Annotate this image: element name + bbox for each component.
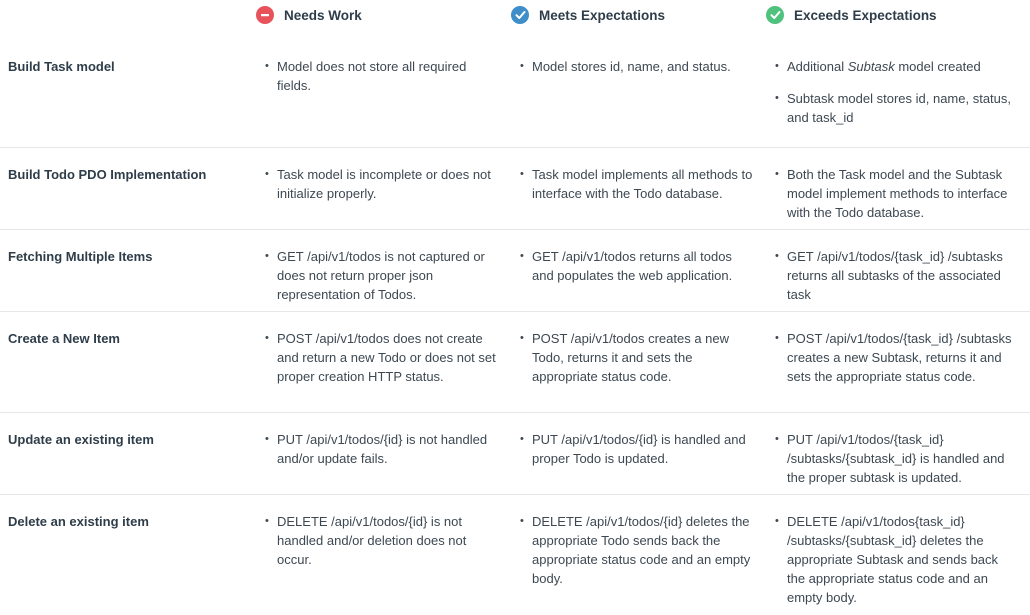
criterion-label: Fetching Multiple Items (8, 249, 153, 264)
rubric-row-build-task-model: Build Task model Model does not store al… (0, 40, 1030, 148)
exceeds-cell: POST /api/v1/todos/{task_id} /subtasks c… (775, 329, 1015, 386)
criteria-item: POST /api/v1/todos creates a new Todo, r… (520, 329, 756, 386)
column-header-exceeds-expectations: Exceeds Expectations (766, 6, 937, 24)
criteria-item: DELETE /api/v1/todos/{id} deletes the ap… (520, 512, 756, 588)
exceeds-cell: Additional Subtask model created Subtask… (775, 57, 1015, 127)
exceeds-cell: DELETE /api/v1/todos{task_id} /subtasks/… (775, 512, 1015, 607)
needs-work-cell: PUT /api/v1/todos/{id} is not handled an… (265, 430, 501, 468)
criteria-item: PUT /api/v1/todos/{id} is handled and pr… (520, 430, 756, 468)
rubric-row-build-todo-pdo: Build Todo PDO Implementation Task model… (0, 148, 1030, 230)
meets-cell: Model stores id, name, and status. (520, 57, 756, 76)
criteria-item: Subtask model stores id, name, status, a… (775, 89, 1015, 127)
rubric-header: Needs Work Meets Expectations Exceeds Ex… (0, 0, 1030, 40)
criteria-item: Task model is incomplete or does not ini… (265, 165, 501, 203)
column-header-needs-work: Needs Work (256, 6, 362, 24)
column-header-label: Exceeds Expectations (794, 7, 937, 23)
criteria-item: GET /api/v1/todos returns all todos and … (520, 247, 756, 285)
check-circle-icon (766, 6, 784, 24)
criteria-item: PUT /api/v1/todos/{task_id} /subtasks/{s… (775, 430, 1015, 487)
meets-cell: GET /api/v1/todos returns all todos and … (520, 247, 756, 285)
exceeds-cell: GET /api/v1/todos/{task_id} /subtasks re… (775, 247, 1015, 304)
criteria-item: GET /api/v1/todos is not captured or doe… (265, 247, 501, 304)
criteria-item: Model stores id, name, and status. (520, 57, 756, 76)
criterion-label: Create a New Item (8, 331, 120, 346)
needs-work-cell: DELETE /api/v1/todos/{id} is not handled… (265, 512, 501, 569)
check-circle-icon (511, 6, 529, 24)
meets-cell: Task model implements all methods to int… (520, 165, 756, 203)
rubric-row-fetching-multiple-items: Fetching Multiple Items GET /api/v1/todo… (0, 230, 1030, 312)
needs-work-cell: Model does not store all required fields… (265, 57, 501, 95)
rubric-row-create-new-item: Create a New Item POST /api/v1/todos doe… (0, 312, 1030, 413)
exceeds-cell: PUT /api/v1/todos/{task_id} /subtasks/{s… (775, 430, 1015, 487)
meets-cell: POST /api/v1/todos creates a new Todo, r… (520, 329, 756, 386)
criterion-label: Build Task model (8, 59, 115, 74)
criteria-item: Both the Task model and the Subtask mode… (775, 165, 1015, 222)
meets-cell: DELETE /api/v1/todos/{id} deletes the ap… (520, 512, 756, 588)
criteria-text-emphasis: Subtask (847, 59, 895, 74)
criteria-item: GET /api/v1/todos/{task_id} /subtasks re… (775, 247, 1015, 304)
criteria-text-suffix: model created (894, 59, 981, 74)
needs-work-cell: POST /api/v1/todos does not create and r… (265, 329, 501, 386)
criteria-item: Additional Subtask model created (775, 57, 1015, 76)
criteria-item: DELETE /api/v1/todos{task_id} /subtasks/… (775, 512, 1015, 607)
criterion-label: Update an existing item (8, 432, 154, 447)
exceeds-cell: Both the Task model and the Subtask mode… (775, 165, 1015, 222)
criteria-item: POST /api/v1/todos/{task_id} /subtasks c… (775, 329, 1015, 386)
needs-work-cell: GET /api/v1/todos is not captured or doe… (265, 247, 501, 304)
rubric-row-update-existing-item: Update an existing item PUT /api/v1/todo… (0, 413, 1030, 495)
criterion-label: Build Todo PDO Implementation (8, 167, 207, 182)
column-header-meets-expectations: Meets Expectations (511, 6, 665, 24)
column-header-label: Meets Expectations (539, 7, 666, 23)
criteria-text-prefix: Additional (787, 59, 848, 74)
column-header-label: Needs Work (284, 7, 362, 23)
criteria-item: POST /api/v1/todos does not create and r… (265, 329, 501, 386)
meets-cell: PUT /api/v1/todos/{id} is handled and pr… (520, 430, 756, 468)
rubric-row-delete-existing-item: Delete an existing item DELETE /api/v1/t… (0, 495, 1030, 615)
criteria-item: PUT /api/v1/todos/{id} is not handled an… (265, 430, 501, 468)
criteria-item: DELETE /api/v1/todos/{id} is not handled… (265, 512, 501, 569)
criteria-item: Model does not store all required fields… (265, 57, 501, 95)
criteria-item: Task model implements all methods to int… (520, 165, 756, 203)
minus-circle-icon (256, 6, 274, 24)
criterion-label: Delete an existing item (8, 514, 149, 529)
rubric-table: Needs Work Meets Expectations Exceeds Ex… (0, 0, 1030, 615)
needs-work-cell: Task model is incomplete or does not ini… (265, 165, 501, 203)
